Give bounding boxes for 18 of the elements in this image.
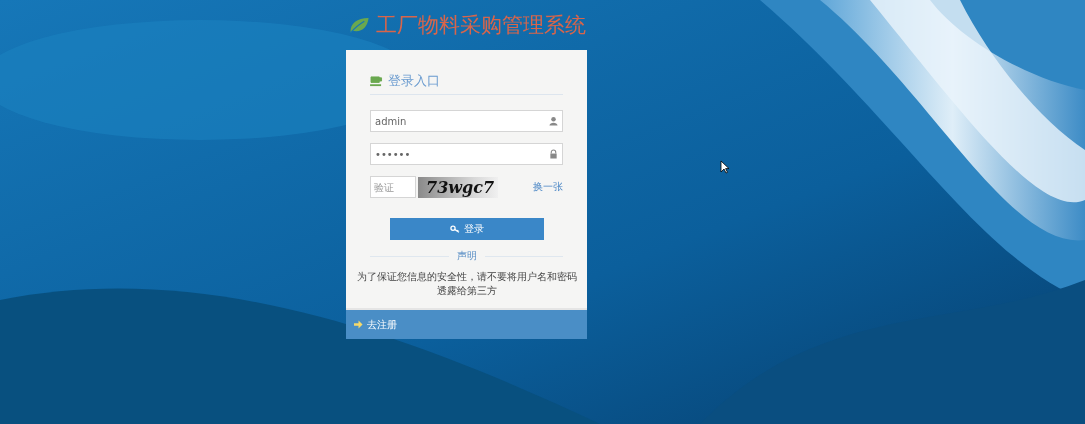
notice-title: 声明 <box>456 249 477 263</box>
user-icon <box>549 116 558 126</box>
username-field[interactable]: admin <box>370 110 563 132</box>
captcha-field[interactable]: 验证 <box>370 176 416 198</box>
login-button[interactable]: 登录 <box>389 218 544 240</box>
register-link[interactable]: 去注册 <box>346 308 587 339</box>
captcha-code[interactable]: 73wgc7 <box>418 176 498 198</box>
arrow-right-icon <box>354 320 363 329</box>
cursor-icon <box>720 160 730 174</box>
coffee-cup-icon <box>370 75 383 87</box>
app-title: 工厂物料采购管理系统 <box>376 12 586 39</box>
notice-text: 为了保证您信息的安全性，请不要将用户名和密码透露给第三方 <box>355 270 578 298</box>
leaf-icon <box>348 16 370 34</box>
lock-icon <box>549 149 558 159</box>
refresh-captcha-link[interactable]: 换一张 <box>533 180 563 194</box>
password-field[interactable]: •••••• <box>370 143 563 165</box>
login-heading: 登录入口 <box>388 72 440 90</box>
key-icon <box>449 225 460 233</box>
